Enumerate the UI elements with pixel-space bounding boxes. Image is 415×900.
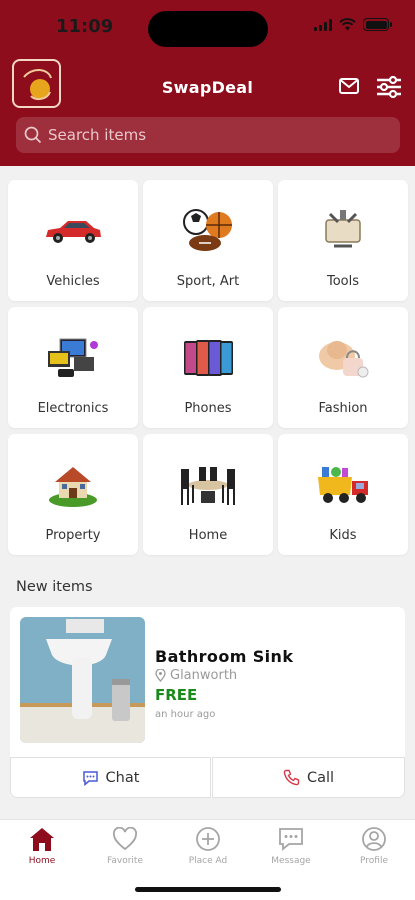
call-button[interactable]: Call [212,757,405,798]
signal-icon [314,18,332,31]
tab-label: Favorite [107,856,143,866]
app-header: 11:09 SwapDeal [0,0,415,166]
car-icon [8,202,138,260]
category-tools[interactable]: Tools [278,180,408,301]
category-label: Vehicles [46,274,100,289]
tab-profile[interactable]: Profile [341,824,407,866]
heart-icon [92,824,158,854]
tools-icon [278,202,408,260]
item-title: Bathroom Sink [155,647,294,666]
category-kids[interactable]: Kids [278,434,408,555]
item-location: Glanworth [155,668,237,683]
tab-label: Profile [360,856,388,866]
item-card[interactable]: Bathroom Sink Glanworth FREE an hour ago… [10,607,405,798]
toy-truck-icon [278,456,408,514]
category-label: Phones [184,401,232,416]
category-label: Kids [329,528,357,543]
item-location-text: Glanworth [170,668,238,683]
category-vehicles[interactable]: Vehicles [8,180,138,301]
item-photo[interactable] [20,617,145,743]
house-icon [8,456,138,514]
call-button-label: Call [306,769,335,786]
category-property[interactable]: Property [8,434,138,555]
tab-favorite[interactable]: Favorite [92,824,158,866]
sports-balls-icon [143,202,273,260]
category-electronics[interactable]: Electronics [8,307,138,428]
fashion-icon [278,329,408,387]
search-icon [24,126,42,144]
category-label: Tools [326,274,360,289]
chat-button[interactable]: Chat [10,757,211,798]
battery-icon [363,18,392,31]
search-bar[interactable] [16,117,400,153]
dynamic-island [148,11,268,47]
category-label: Home [188,528,228,543]
mail-icon[interactable] [337,74,361,102]
status-icons [314,18,392,31]
tab-message[interactable]: Message [258,824,324,866]
category-label: Sport, Art [176,274,240,289]
electronics-icon [8,329,138,387]
category-sport-art[interactable]: Sport, Art [143,180,273,301]
search-input[interactable] [48,126,388,144]
message-icon [258,824,324,854]
plus-circle-icon [175,824,241,854]
filter-sliders-icon[interactable] [375,74,403,104]
tab-label: Place Ad [188,856,228,866]
phones-icon [143,329,273,387]
status-time: 11:09 [56,16,114,37]
dining-set-icon [143,456,273,514]
home-icon [9,824,75,854]
category-label: Electronics [37,401,109,416]
wifi-icon [339,18,356,31]
category-home[interactable]: Home [143,434,273,555]
home-indicator[interactable] [135,887,281,892]
category-label: Fashion [318,401,368,416]
chat-icon [82,770,98,786]
category-grid: Vehicles Sport, Art Tools Electronics Ph… [8,180,408,555]
tab-home[interactable]: Home [9,824,75,866]
status-bar: 11:09 [0,0,415,56]
tab-label: Message [271,856,311,866]
tab-place-ad[interactable]: Place Ad [175,824,241,866]
profile-icon [341,824,407,854]
new-items-heading: New items [16,579,93,595]
category-fashion[interactable]: Fashion [278,307,408,428]
phone-icon [283,769,300,786]
category-label: Property [45,528,101,543]
category-phones[interactable]: Phones [143,307,273,428]
tab-label: Home [28,856,56,866]
item-price: FREE [155,686,198,704]
item-time: an hour ago [155,709,216,720]
chat-button-label: Chat [105,769,140,786]
location-pin-icon [155,669,166,682]
